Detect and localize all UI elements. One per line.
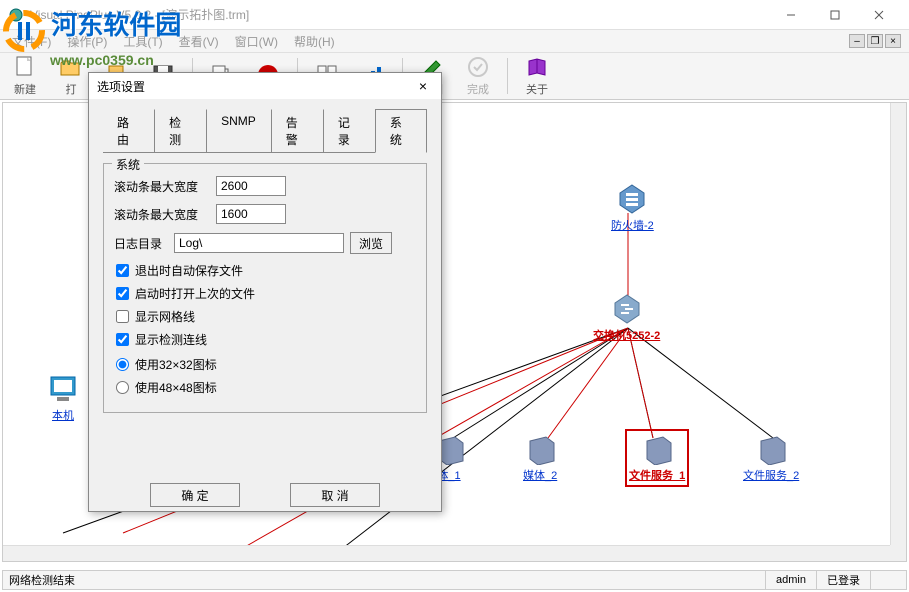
tab-detect[interactable]: 检测 <box>154 109 206 152</box>
dialog-titlebar[interactable]: 选项设置 × <box>89 73 441 99</box>
chk-open-last[interactable] <box>116 287 129 300</box>
server-icon <box>755 433 787 465</box>
menubar: 文件(F) 操作(P) 工具(T) 查看(V) 窗口(W) 帮助(H) – ❐ … <box>0 30 909 52</box>
tool-done[interactable]: 完成 <box>459 53 497 99</box>
chk-grid[interactable] <box>116 310 129 323</box>
scroll-corner <box>890 545 906 561</box>
chk-save-label: 退出时自动保存文件 <box>135 262 243 279</box>
rad-48-label: 使用48×48图标 <box>135 379 217 396</box>
tab-alarm[interactable]: 告警 <box>271 109 323 152</box>
menu-op[interactable]: 操作(P) <box>59 31 115 52</box>
cancel-button[interactable]: 取 消 <box>290 483 380 507</box>
status-text: 网络检测结束 <box>9 572 765 588</box>
group-legend: 系统 <box>112 156 144 173</box>
horizontal-scrollbar[interactable] <box>3 545 890 561</box>
node-file1[interactable]: 文件服务_1 <box>625 429 689 487</box>
tab-snmp[interactable]: SNMP <box>206 109 271 152</box>
rad-icon-32[interactable] <box>116 358 129 371</box>
tool-new[interactable]: 新建 <box>6 53 44 99</box>
statusbar: 网络检测结束 admin 已登录 <box>2 570 907 590</box>
input-scrollw2[interactable] <box>216 204 286 224</box>
mdi-minimize[interactable]: – <box>849 34 865 48</box>
maximize-button[interactable] <box>813 1 857 29</box>
node-switch[interactable]: 交换机5252-2 <box>593 293 660 343</box>
status-login: 已登录 <box>816 571 870 589</box>
menu-view[interactable]: 查看(V) <box>171 31 227 52</box>
node-file2[interactable]: 文件服务_2 <box>743 433 799 483</box>
menu-tool[interactable]: 工具(T) <box>115 31 170 52</box>
dialog-title: 选项设置 <box>97 78 413 95</box>
firewall-icon <box>616 183 648 215</box>
pc-icon <box>47 373 79 405</box>
label-scrollw1: 滚动条最大宽度 <box>114 178 210 195</box>
chk-open-last-label: 启动时打开上次的文件 <box>135 285 255 302</box>
app-icon <box>8 7 24 23</box>
input-logdir[interactable] <box>174 233 344 253</box>
ok-button[interactable]: 确 定 <box>150 483 240 507</box>
status-user: admin <box>765 571 816 589</box>
node-firewall[interactable]: 防火墙-2 <box>611 183 654 233</box>
tool-open[interactable]: 打 <box>52 53 90 99</box>
input-scrollw1[interactable] <box>216 176 286 196</box>
tool-about[interactable]: 关于 <box>518 53 556 99</box>
menu-window[interactable]: 窗口(W) <box>227 31 286 52</box>
node-media2[interactable]: 媒体_2 <box>523 433 557 483</box>
book-icon <box>525 55 549 79</box>
menu-help[interactable]: 帮助(H) <box>286 31 343 52</box>
titlebar: Visual PingPlus V5.2.2 - [演示拓扑图.trm] <box>0 0 909 30</box>
vertical-scrollbar[interactable] <box>890 103 906 545</box>
done-icon <box>466 55 490 79</box>
dialog-tabs: 路由 检测 SNMP 告警 记录 系统 <box>103 109 427 153</box>
window-title: Visual PingPlus V5.2.2 - [演示拓扑图.trm] <box>30 6 769 23</box>
node-local[interactable]: 本机 <box>47 373 79 423</box>
status-pad <box>870 571 900 589</box>
open-icon <box>59 55 83 79</box>
new-icon <box>13 55 37 79</box>
mdi-close[interactable]: × <box>885 34 901 48</box>
options-dialog: 选项设置 × 路由 检测 SNMP 告警 记录 系统 系统 滚动条最大宽度 滚动… <box>88 72 442 512</box>
chk-save-on-exit[interactable] <box>116 264 129 277</box>
separator <box>507 58 508 94</box>
rad-icon-48[interactable] <box>116 381 129 394</box>
server-icon <box>524 433 556 465</box>
label-scrollw2: 滚动条最大宽度 <box>114 206 210 223</box>
tab-record[interactable]: 记录 <box>323 109 375 152</box>
browse-button[interactable]: 浏览 <box>350 232 392 254</box>
menu-file[interactable]: 文件(F) <box>4 31 59 52</box>
tab-system[interactable]: 系统 <box>375 109 427 153</box>
chk-lines[interactable] <box>116 333 129 346</box>
minimize-button[interactable] <box>769 1 813 29</box>
close-button[interactable] <box>857 1 901 29</box>
chk-lines-label: 显示检测连线 <box>135 331 207 348</box>
mdi-restore[interactable]: ❐ <box>867 34 883 48</box>
server-icon <box>641 433 673 465</box>
chk-grid-label: 显示网格线 <box>135 308 195 325</box>
label-logdir: 日志目录 <box>114 235 168 252</box>
dialog-close-button[interactable]: × <box>413 76 433 96</box>
rad-32-label: 使用32×32图标 <box>135 356 217 373</box>
switch-icon <box>611 293 643 325</box>
system-group: 系统 滚动条最大宽度 滚动条最大宽度 日志目录 浏览 退出时自动保存文件 启动时… <box>103 163 427 413</box>
tab-route[interactable]: 路由 <box>103 109 154 152</box>
